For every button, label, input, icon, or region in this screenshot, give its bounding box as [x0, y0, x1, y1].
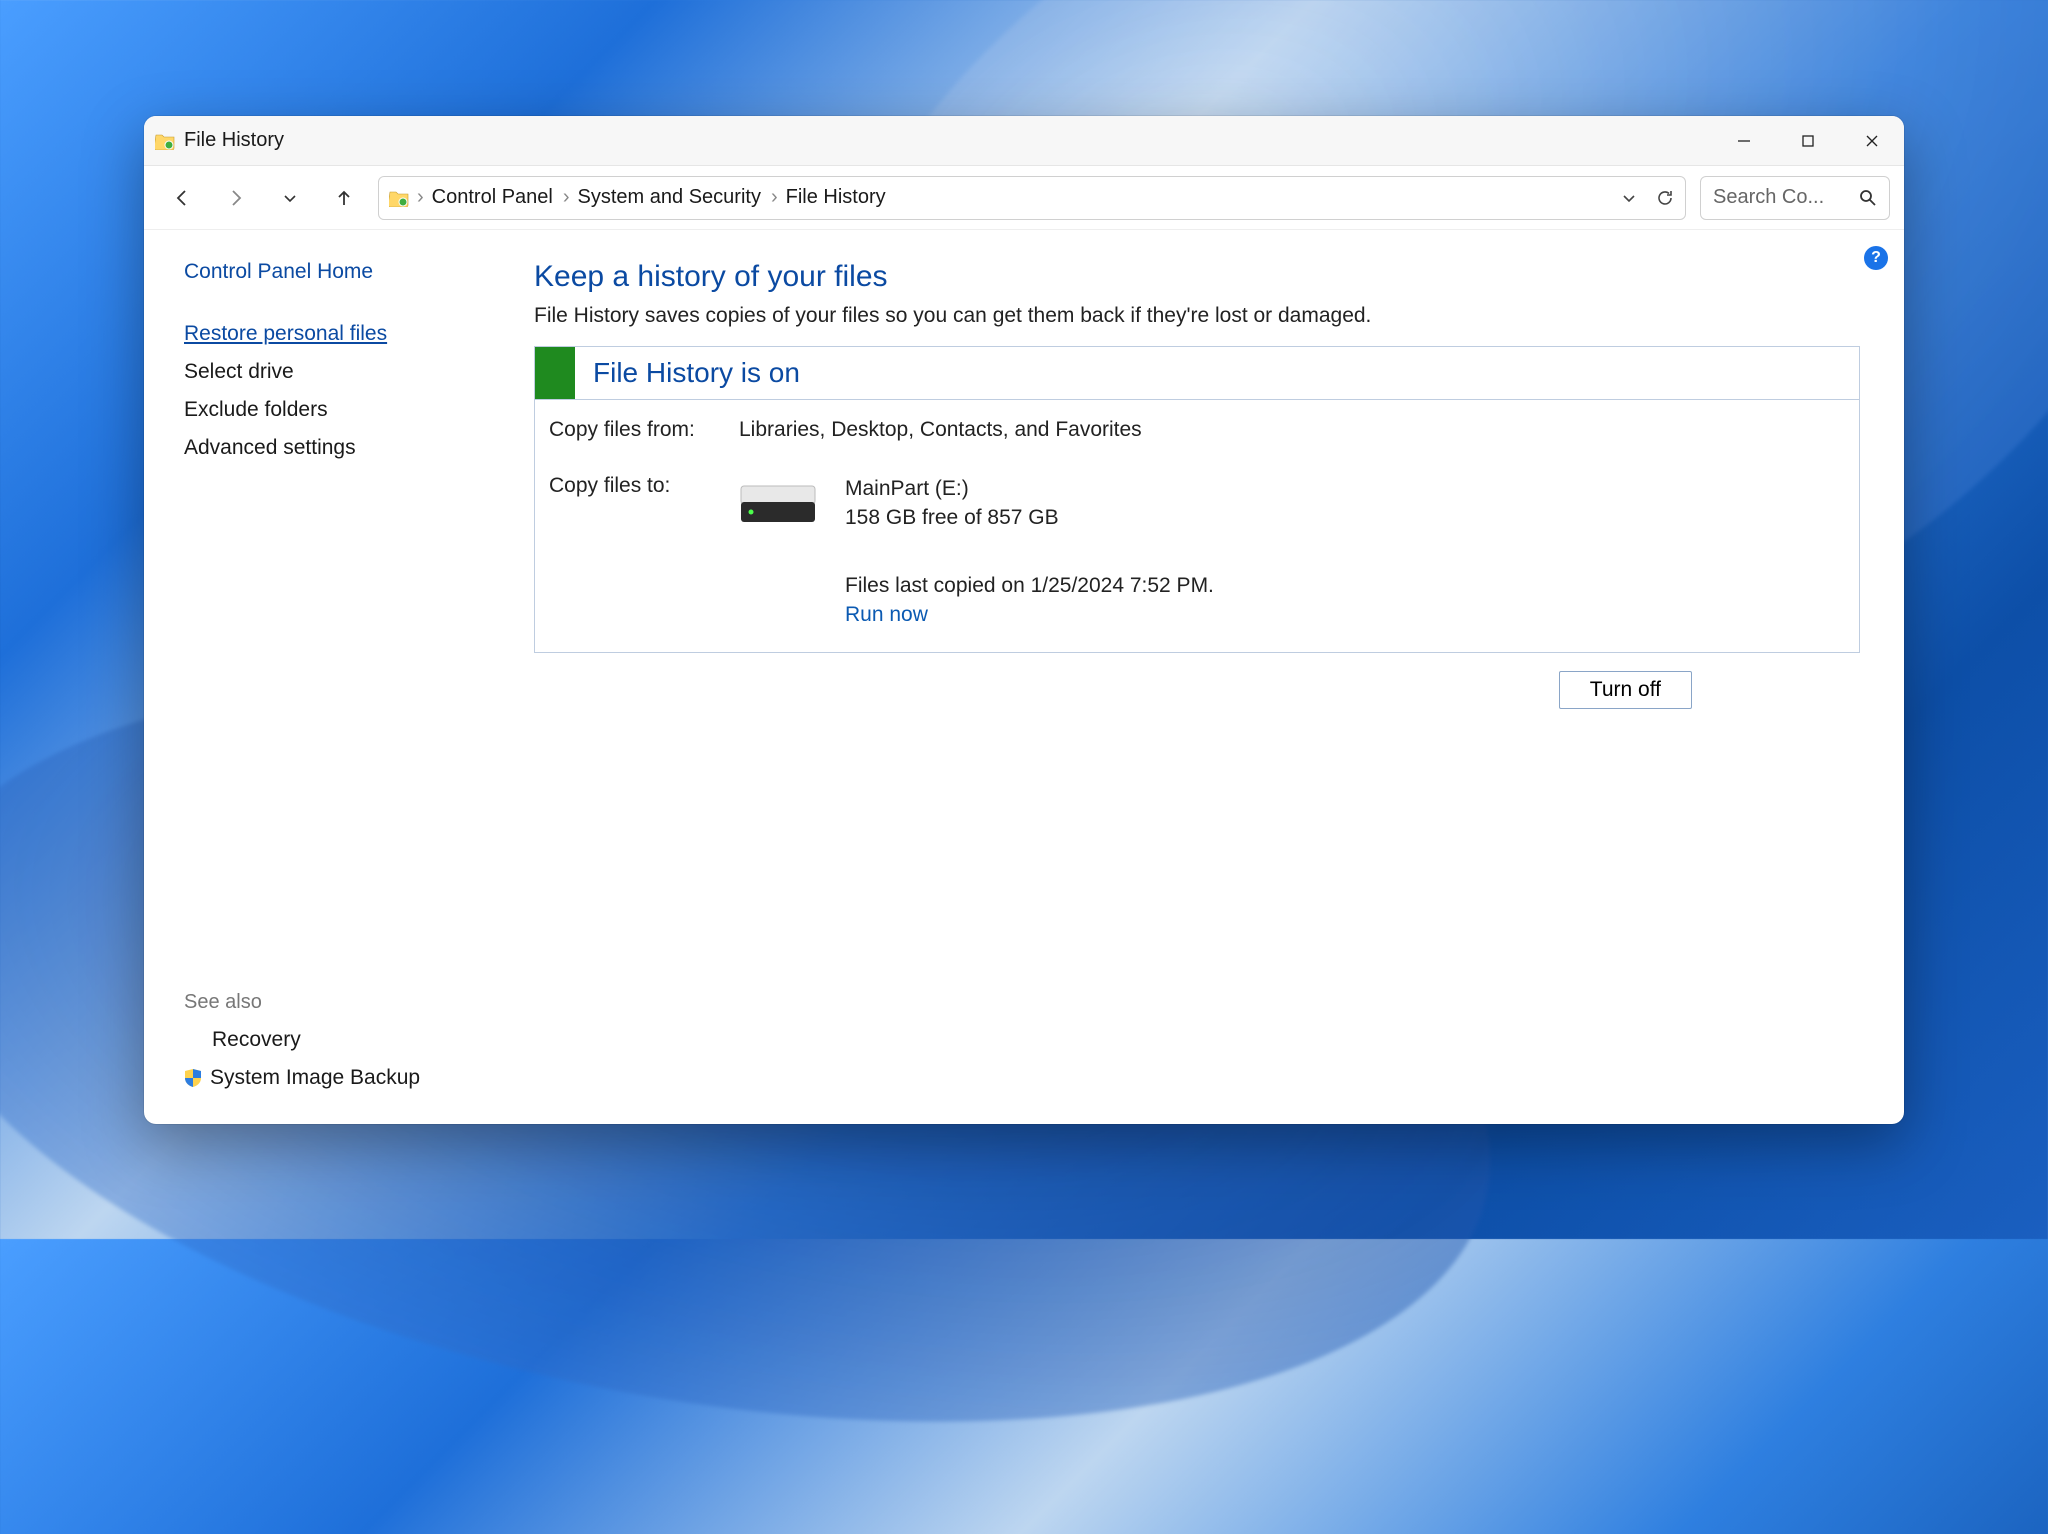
chevron-right-icon: ›: [417, 186, 424, 209]
sidebar-item-advanced-settings[interactable]: Advanced settings: [184, 436, 504, 460]
folder-history-icon: [154, 130, 176, 152]
back-button[interactable]: [162, 178, 202, 218]
page-heading: Keep a history of your files: [534, 260, 1860, 294]
window-controls: [1712, 116, 1904, 165]
search-input[interactable]: Search Co...: [1700, 176, 1890, 220]
sidebar-item-restore[interactable]: Restore personal files: [184, 322, 504, 346]
titlebar: File History: [144, 116, 1904, 166]
breadcrumb-item[interactable]: Control Panel: [432, 186, 553, 209]
sidebar-item-exclude-folders[interactable]: Exclude folders: [184, 398, 504, 422]
status-header: File History is on: [535, 347, 1859, 400]
help-button[interactable]: ?: [1864, 246, 1888, 270]
close-button[interactable]: [1840, 116, 1904, 165]
search-icon: [1859, 189, 1877, 207]
navbar: › Control Panel › System and Security › Fi…: [144, 166, 1904, 230]
sidebar-item-select-drive[interactable]: Select drive: [184, 360, 504, 384]
chevron-right-icon: ›: [563, 186, 570, 209]
control-panel-home-link[interactable]: Control Panel Home: [184, 260, 504, 284]
forward-button[interactable]: [216, 178, 256, 218]
status-indicator-icon: [535, 347, 575, 399]
shield-icon: [184, 1068, 202, 1088]
last-copied-text: Files last copied on 1/25/2024 7:52 PM.: [845, 571, 1214, 600]
main-panel: Keep a history of your files File Histor…: [524, 230, 1904, 1124]
copy-to-label: Copy files to:: [549, 474, 739, 630]
turn-off-button[interactable]: Turn off: [1559, 671, 1692, 709]
maximize-button[interactable]: [1776, 116, 1840, 165]
drive-icon: [739, 478, 817, 528]
run-now-link[interactable]: Run now: [845, 600, 1214, 629]
sidebar: Control Panel Home Restore personal file…: [144, 230, 524, 1124]
folder-icon: [389, 189, 409, 207]
file-history-window: File History: [144, 116, 1904, 1124]
refresh-button[interactable]: [1655, 188, 1675, 208]
see-also-heading: See also: [184, 991, 504, 1014]
see-also-system-image-backup[interactable]: System Image Backup: [184, 1066, 504, 1090]
status-box: File History is on Copy files from: Libr…: [534, 346, 1860, 653]
content-area: ? Control Panel Home Restore personal fi…: [144, 230, 1904, 1124]
see-also-recovery[interactable]: Recovery: [184, 1028, 504, 1052]
breadcrumb-item[interactable]: System and Security: [578, 186, 761, 209]
search-placeholder: Search Co...: [1713, 186, 1851, 209]
chevron-down-icon[interactable]: [1621, 190, 1637, 206]
up-button[interactable]: [324, 178, 364, 218]
window-title: File History: [184, 129, 284, 152]
copy-from-value: Libraries, Desktop, Contacts, and Favori…: [739, 418, 1845, 442]
drive-name: MainPart (E:): [845, 474, 1214, 503]
address-bar[interactable]: › Control Panel › System and Security › Fi…: [378, 176, 1686, 220]
chevron-right-icon: ›: [771, 186, 778, 209]
page-description: File History saves copies of your files …: [534, 304, 1860, 328]
copy-from-label: Copy files from:: [549, 418, 739, 442]
recent-locations-button[interactable]: [270, 178, 310, 218]
minimize-button[interactable]: [1712, 116, 1776, 165]
status-label: File History is on: [593, 357, 800, 389]
breadcrumb-item[interactable]: File History: [786, 186, 886, 209]
drive-space: 158 GB free of 857 GB: [845, 503, 1214, 532]
